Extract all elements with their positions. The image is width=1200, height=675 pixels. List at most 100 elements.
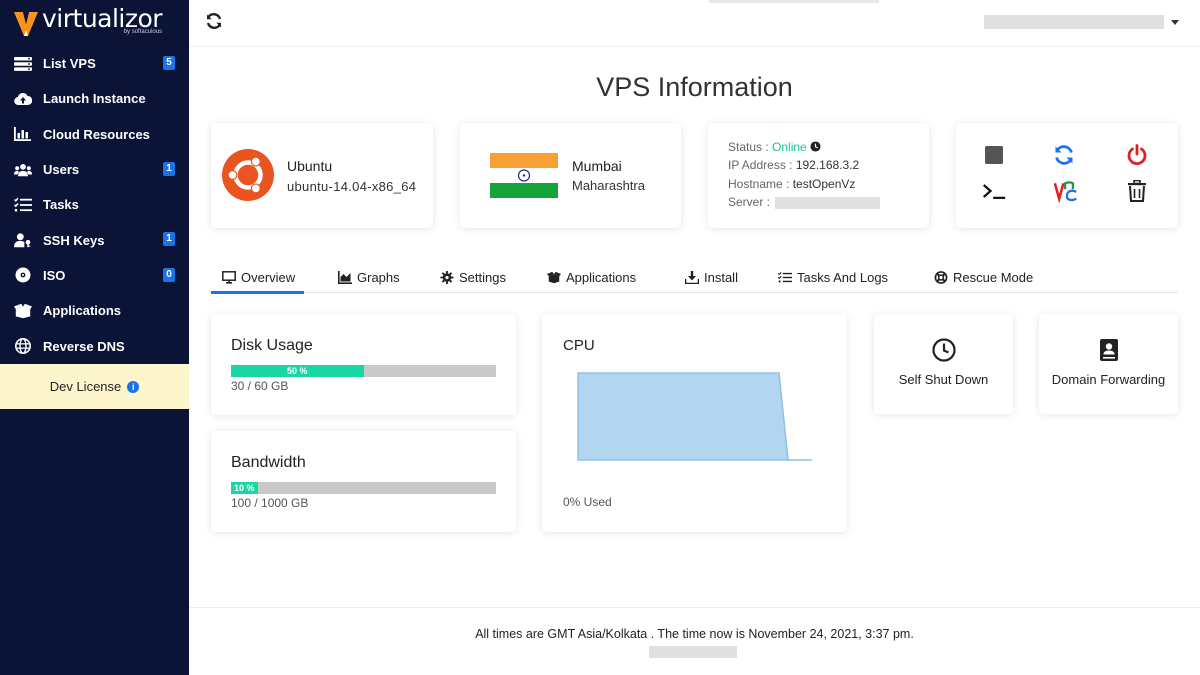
disk-usage-detail: 30 / 60 GB [231,379,289,393]
tab-label: Settings [459,270,506,285]
sidebar-item-ssh-keys[interactable]: SSH Keys 1 [0,222,189,257]
hostname-row: Hostname : testOpenVz [728,177,855,191]
sidebar-item-label: List VPS [43,56,96,72]
cpu-title: CPU [563,337,595,354]
sidebar-item-label: Applications [43,303,122,319]
brand-logo[interactable]: virtualizor by softaculous [14,4,163,42]
clock-icon [931,338,956,362]
brand-name: virtualizor [42,4,163,33]
redacted-area [709,0,879,3]
cpu-used-text: 0% Used [563,495,612,509]
sidebar-item-cloud-resources[interactable]: Cloud Resources [0,117,189,152]
monitor-icon [222,271,236,284]
status-label: Status : [728,140,769,154]
tab-graphs[interactable]: Graphs [338,262,400,293]
address-book-icon [1099,339,1118,361]
tab-tasks-and-logs[interactable]: Tasks And Logs [778,262,888,293]
clock-icon [810,141,821,152]
india-flag-icon [490,153,558,198]
tab-label: Install [704,270,738,285]
restart-button[interactable] [1052,143,1076,167]
info-icon[interactable]: i [127,380,140,393]
self-shut-down-tile[interactable]: Self Shut Down [874,314,1013,414]
count-badge: 1 [163,232,175,247]
sidebar-item-label: ISO [43,267,66,283]
bandwidth-bar: 10 % [231,482,496,494]
list-icon [12,55,34,73]
disc-icon [12,266,34,284]
tab-install[interactable]: Install [685,262,738,293]
dev-license-banner[interactable]: Dev License i [0,364,189,409]
redacted-area [649,646,737,658]
disk-usage-bar: 50 % [231,365,496,377]
tasks-icon [12,196,34,214]
sidebar-item-tasks[interactable]: Tasks [0,187,189,222]
vps-tabs: Overview Graphs Settings Applications In… [210,262,1178,294]
status-row: Status : Online [728,140,821,154]
sidebar-item-users[interactable]: Users 1 [0,152,189,187]
box-icon [547,271,561,284]
bandwidth-card: Bandwidth 10 % 100 / 1000 GB [211,431,516,532]
cloud-upload-icon [12,90,34,108]
sidebar-nav: List VPS 5 Launch Instance Cloud Resourc… [0,46,189,364]
refresh-icon[interactable] [205,12,223,30]
tab-label: Tasks And Logs [797,270,889,285]
status-card: Status : Online IP Address : 192.168.3.2… [708,123,929,228]
vps-actions-card [956,123,1178,228]
sidebar-item-reverse-dns[interactable]: Reverse DNS [0,328,189,363]
location-city: Mumbai [572,158,622,174]
sidebar-item-label: Reverse DNS [43,338,125,354]
os-version: ubuntu-14.04-x86_64 [287,179,417,194]
delete-button[interactable] [1125,179,1149,203]
server-label: Server : [728,195,771,209]
bandwidth-detail: 100 / 1000 GB [231,496,309,510]
poweroff-button[interactable] [1125,143,1149,167]
sidebar-item-launch-instance[interactable]: Launch Instance [0,81,189,116]
ip-row: IP Address : 192.168.3.2 [728,158,859,172]
domain-forwarding-tile[interactable]: Domain Forwarding [1039,314,1178,414]
tab-rescue-mode[interactable]: Rescue Mode [934,262,1033,293]
sidebar-item-list-vps[interactable]: List VPS 5 [0,46,189,81]
server-row: Server : [728,195,881,209]
hostname-value: testOpenVz [792,177,856,191]
tab-applications[interactable]: Applications [547,262,636,293]
count-badge: 0 [163,267,175,282]
caret-down-icon[interactable] [1171,20,1179,25]
os-name: Ubuntu [287,158,333,174]
count-badge: 1 [163,161,175,176]
download-icon [685,271,699,284]
server-value-redacted [775,196,881,209]
sidebar-item-iso[interactable]: ISO 0 [0,258,189,293]
bar-chart-icon [12,125,34,143]
domain-forwarding-label: Domain Forwarding [1051,372,1166,387]
bandwidth-fill: 10 % [231,482,258,494]
hostname-label: Hostname : [728,177,790,191]
user-dropdown-redacted[interactable] [984,15,1164,29]
location-card: Mumbai Maharashtra [460,123,681,228]
tab-settings[interactable]: Settings [440,262,506,293]
restart-icon [1055,145,1073,165]
sidebar-item-applications[interactable]: Applications [0,293,189,328]
os-card: Ubuntu ubuntu-14.04-x86_64 [211,123,433,228]
footer-time-text: All times are GMT Asia/Kolkata . The tim… [475,627,914,641]
globe-icon [12,337,34,355]
tab-overview[interactable]: Overview [210,262,305,294]
users-icon [12,161,34,179]
cpu-usage-chart [577,372,812,461]
status-value: Online [772,140,807,154]
dev-license-label: Dev License [49,379,122,394]
box-icon [12,302,34,320]
sidebar-item-label: Users [43,162,80,178]
bandwidth-title: Bandwidth [231,454,306,471]
disk-usage-fill: 50 % [231,365,364,377]
sidebar-item-label: SSH Keys [43,232,105,248]
ubuntu-logo-icon [222,149,274,201]
vnc-icon [1054,181,1077,203]
console-button[interactable] [982,179,1006,203]
vnc-button[interactable] [1054,179,1078,203]
sidebar-item-label: Launch Instance [43,91,146,107]
tab-label: Rescue Mode [953,270,1034,285]
stop-button[interactable] [982,143,1006,167]
page-title: VPS Information [596,72,793,102]
terminal-icon [982,184,1006,199]
